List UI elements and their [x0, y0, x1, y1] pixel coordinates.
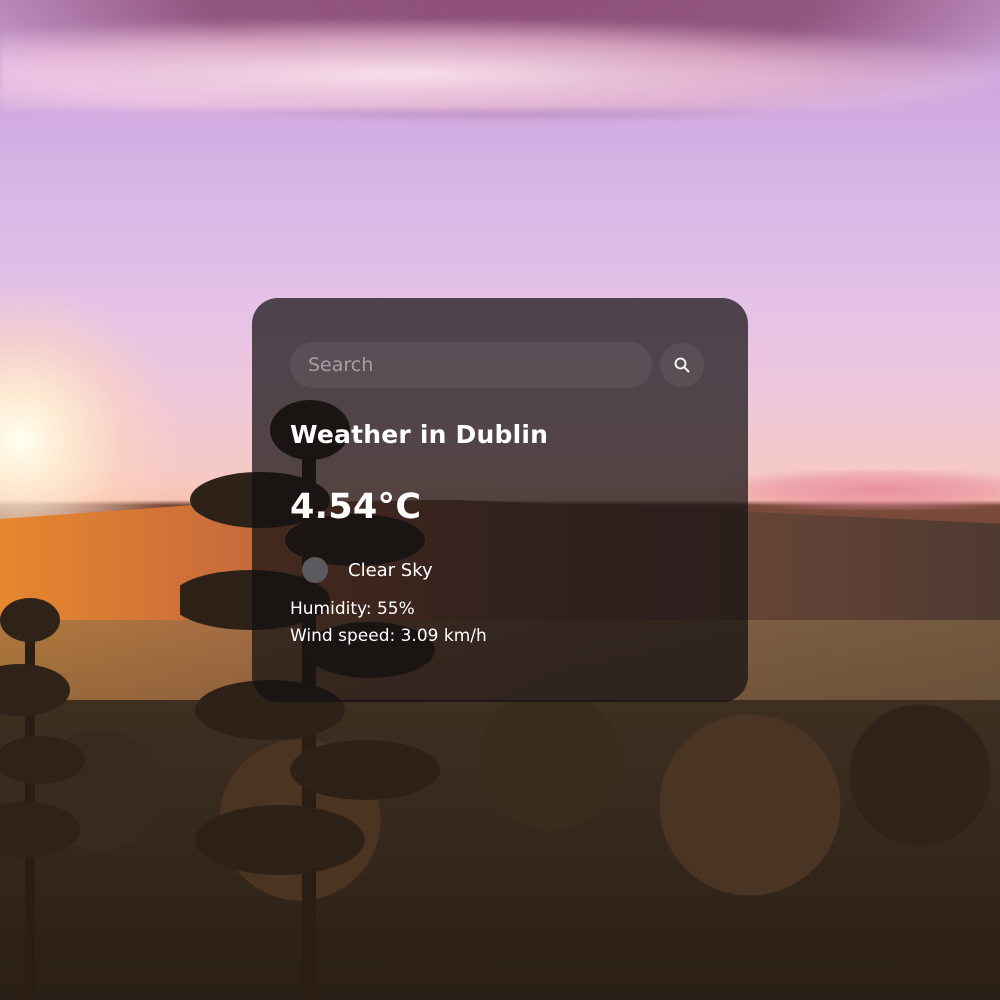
condition-label: Clear Sky	[348, 559, 433, 581]
condition-row: Clear Sky	[290, 557, 710, 583]
search-icon	[674, 357, 690, 373]
background-photo: Weather in Dublin 4.54°C Clear Sky Humid…	[0, 0, 1000, 1000]
horizon-cloud	[720, 470, 1000, 510]
weather-card: Weather in Dublin 4.54°C Clear Sky Humid…	[252, 298, 748, 702]
humidity: Humidity: 55%	[290, 599, 415, 619]
search-bar	[290, 342, 710, 388]
search-button[interactable]	[660, 343, 704, 387]
weather-details: Humidity: 55% Wind speed: 3.09 km/h	[290, 596, 710, 650]
top-cloud-highlight	[0, 20, 1000, 110]
temperature: 4.54°C	[290, 487, 422, 527]
left-tree	[0, 598, 85, 1000]
forest-foreground	[0, 700, 1000, 1000]
search-input[interactable]	[290, 342, 652, 388]
wind-speed: Wind speed: 3.09 km/h	[290, 626, 487, 646]
weather-condition-icon	[302, 557, 328, 583]
location-title: Weather in Dublin	[290, 420, 549, 449]
